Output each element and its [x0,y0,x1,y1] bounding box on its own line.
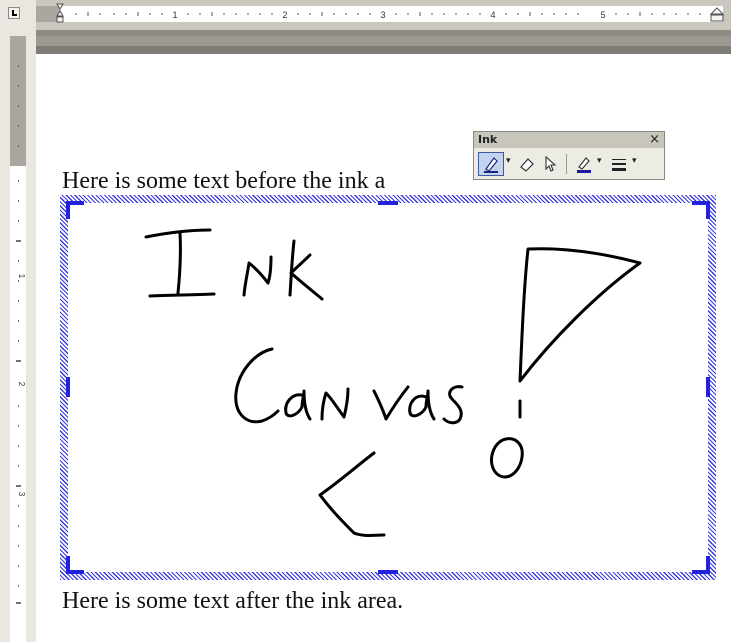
ink-color-icon [577,157,591,173]
ruler-number: 3 [17,492,26,497]
ink-stroke [289,253,324,301]
indent-marker-icon [56,3,64,23]
chevron-down-icon[interactable]: ▾ [506,156,511,166]
ink-stroke [442,385,464,425]
ruler-number: 2 [282,10,287,20]
resize-handle-left[interactable] [66,377,70,397]
ink-toolbar-titlebar[interactable]: Ink × [474,132,664,148]
ink-stroke [490,437,524,479]
ruler-number: 4 [490,10,495,20]
line-style-button[interactable] [608,152,630,176]
ink-stroke [148,292,216,298]
ink-stroke [234,347,280,424]
chevron-down-icon[interactable]: ▾ [632,156,637,166]
ink-toolbar[interactable]: Ink × ▾ ▾ ▾ [473,131,665,180]
ruler-number: 5 [600,10,605,20]
ink-stroke [242,255,273,297]
select-arrow-icon [545,155,557,172]
ink-stroke [320,387,350,421]
vertical-ruler[interactable]: 1 2 3 [0,36,36,642]
ink-color-button[interactable] [572,152,596,176]
tab-selector-icon[interactable] [8,7,20,19]
resize-handle-bottom[interactable] [378,570,398,574]
ruler-number: 3 [380,10,385,20]
ink-stroke [408,389,436,421]
ruler-ticks: 1 2 3 4 5 [56,3,725,23]
ink-stroke [318,451,386,537]
ruler-number: 1 [17,274,26,279]
ruler-corner [0,0,36,36]
vertical-ruler-ticks: 1 2 3 [16,65,26,604]
line-style-icon [612,159,626,171]
pen-icon [484,157,498,173]
ink-drawing[interactable] [68,203,708,572]
resize-handle-top[interactable] [378,201,398,205]
right-indent-icon [709,7,725,22]
ink-stroke [518,247,642,383]
close-icon[interactable]: × [649,132,660,147]
ink-stroke [176,231,182,295]
pen-button[interactable] [478,152,504,176]
paragraph-before-ink[interactable]: Here is some text before the ink a [62,168,385,195]
select-objects-button[interactable] [540,152,560,176]
ink-stroke [284,389,312,421]
ink-canvas-frame[interactable] [60,195,716,580]
ink-canvas[interactable] [68,203,708,572]
ink-stroke [144,228,212,239]
chevron-down-icon[interactable]: ▾ [597,156,602,166]
ruler-number: 2 [17,382,26,387]
eraser-icon [520,158,534,172]
horizontal-ruler[interactable]: 1 2 3 4 5 [36,0,731,36]
ink-stroke [288,239,296,297]
ink-toolbar-title: Ink [478,133,498,146]
ink-stroke [372,385,410,421]
ruler-number: 1 [172,10,177,20]
paragraph-after-ink[interactable]: Here is some text after the ink area. [62,588,403,615]
eraser-button[interactable] [516,152,538,176]
resize-handle-right[interactable] [706,377,710,397]
